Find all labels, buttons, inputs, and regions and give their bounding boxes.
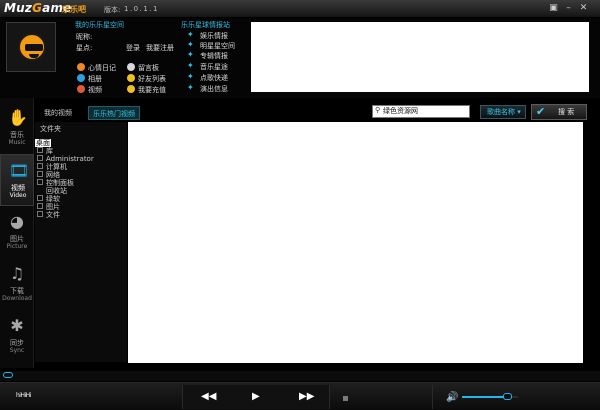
message-board-link[interactable]: 留言板 [138, 63, 159, 73]
star-icon: ✦ [187, 83, 194, 92]
avatar-eyes [25, 44, 43, 51]
nav-item-download[interactable]: ♫ 下载 Download [0, 258, 34, 310]
expand-icon [37, 195, 43, 201]
friends-icon [127, 74, 135, 82]
avatar-mouth [29, 54, 39, 58]
tree-item[interactable]: 文件 [37, 211, 60, 219]
heart-icon [77, 63, 85, 71]
expand-icon [37, 155, 43, 161]
nav-item-music[interactable]: ✋ 音乐 Music [0, 102, 34, 154]
progress-slider[interactable] [0, 371, 600, 381]
nav-item-sync[interactable]: ✱ 同步 Sync [0, 310, 34, 362]
avatar-face-icon [18, 33, 46, 61]
video-content-area[interactable] [128, 122, 583, 363]
tree-item[interactable]: 库 [37, 147, 53, 155]
nav-label-en: Sync [9, 347, 25, 354]
profile-section-title: 我的乐乐星空间 [75, 21, 124, 29]
tree-item[interactable]: 图片 [37, 203, 60, 211]
mood-diary-link[interactable]: 心情日记 [88, 63, 116, 73]
starnet-link[interactable]: 演出信息 [200, 84, 228, 94]
starnet-link[interactable]: 点歌快递 [200, 73, 228, 83]
nav-item-video[interactable]: 🎞 视频 Video [0, 154, 34, 206]
film-icon: 🎞 [9, 161, 30, 180]
expand-icon [37, 203, 43, 209]
starnet-link[interactable]: 专辑情报 [200, 51, 228, 61]
camera-icon: ◕ [10, 212, 24, 231]
expand-icon [37, 163, 43, 169]
app-name-cn: 乐乐吧 [62, 5, 86, 14]
minimize-icon[interactable]: – [563, 3, 574, 14]
expand-icon [37, 211, 43, 217]
tree-item[interactable]: 网络 [37, 171, 60, 179]
version-value: 1.0.1.1 [124, 5, 159, 13]
star-icon: ✦ [187, 40, 194, 49]
sort-dropdown[interactable]: 歌曲名称 ▾ [480, 105, 526, 119]
volume-icon[interactable]: 🔊 [446, 392, 458, 404]
restore-icon[interactable]: ▣ [548, 3, 559, 14]
video-icon [77, 85, 85, 93]
search-input[interactable]: 绿色资源网 [372, 105, 470, 118]
nav-label-en: Picture [6, 243, 28, 250]
hand-icon: ✋ [8, 108, 28, 127]
left-nav: ✋ 音乐 Music 🎞 视频 Video ◕ 图片 Picture ♫ 下载 … [0, 98, 34, 368]
starnet-link[interactable]: 音乐星途 [200, 62, 228, 72]
starnet-link[interactable]: 明星星空间 [200, 41, 235, 51]
tree-item-root[interactable]: 桌面 [35, 139, 51, 147]
stars-label: 星点: [76, 44, 93, 52]
volume-knob[interactable] [503, 393, 512, 400]
friends-list-link[interactable]: 好友列表 [138, 74, 166, 84]
title-bar [0, 0, 600, 18]
search-button-label: 搜 索 [558, 108, 575, 116]
tab-my-videos[interactable]: 我的视频 [40, 106, 76, 120]
next-icon[interactable]: ▶▶ [299, 391, 314, 403]
register-link[interactable]: 我要注册 [146, 43, 174, 53]
check-icon: ✔ [536, 105, 546, 118]
prev-icon[interactable]: ◀◀ [201, 391, 216, 403]
nav-label-en: Music [8, 139, 26, 146]
avatar[interactable] [6, 22, 56, 72]
tree-item[interactable]: 控制面板 [37, 179, 74, 187]
tree-item[interactable]: 回收站 [46, 187, 67, 195]
search-icon: ⚲ [375, 106, 381, 114]
version-label: 版本: [104, 6, 121, 14]
star-icon: ✦ [187, 72, 194, 81]
video-link[interactable]: 视频 [88, 85, 102, 95]
nickname-label: 昵称: [76, 33, 93, 41]
search-button[interactable]: ✔ 搜 索 [531, 104, 587, 120]
expand-icon [37, 171, 43, 177]
nav-label-en: Video [9, 192, 27, 199]
tree-item[interactable]: 绿软 [37, 195, 60, 203]
recharge-link[interactable]: 我要充值 [138, 85, 166, 95]
nav-item-picture[interactable]: ◕ 图片 Picture [0, 206, 34, 258]
nav-label-en: Download [2, 295, 32, 302]
volume-fill [462, 396, 508, 398]
starnet-link[interactable]: 娱乐情报 [200, 31, 228, 41]
expand-icon [37, 179, 43, 185]
photo-icon [77, 74, 85, 82]
ad-banner[interactable] [251, 22, 589, 92]
message-icon [127, 63, 135, 71]
player-brand: hiHiHi [16, 392, 31, 399]
stop-icon[interactable] [343, 396, 348, 401]
star-icon: ✦ [187, 61, 194, 70]
star-icon: ✦ [187, 50, 194, 59]
tree-item[interactable]: 计算机 [37, 163, 67, 171]
star-icon: ✦ [187, 30, 194, 39]
folder-pane-title: 文件夹 [40, 125, 61, 133]
coin-icon [127, 85, 135, 93]
login-link[interactable]: 登录 [126, 43, 140, 53]
expand-icon [37, 147, 43, 153]
close-icon[interactable]: ✕ [578, 3, 589, 14]
starnet-section-title: 乐乐星球情报站 [181, 21, 230, 29]
progress-knob[interactable] [3, 372, 13, 378]
download-icon: ♫ [9, 264, 25, 283]
album-link[interactable]: 相册 [88, 74, 102, 84]
play-icon[interactable]: ▶ [252, 391, 260, 403]
sync-icon: ✱ [10, 316, 24, 335]
tab-hot-videos[interactable]: 乐乐热门视频 [88, 106, 140, 120]
tree-item[interactable]: Administrator [37, 155, 94, 163]
